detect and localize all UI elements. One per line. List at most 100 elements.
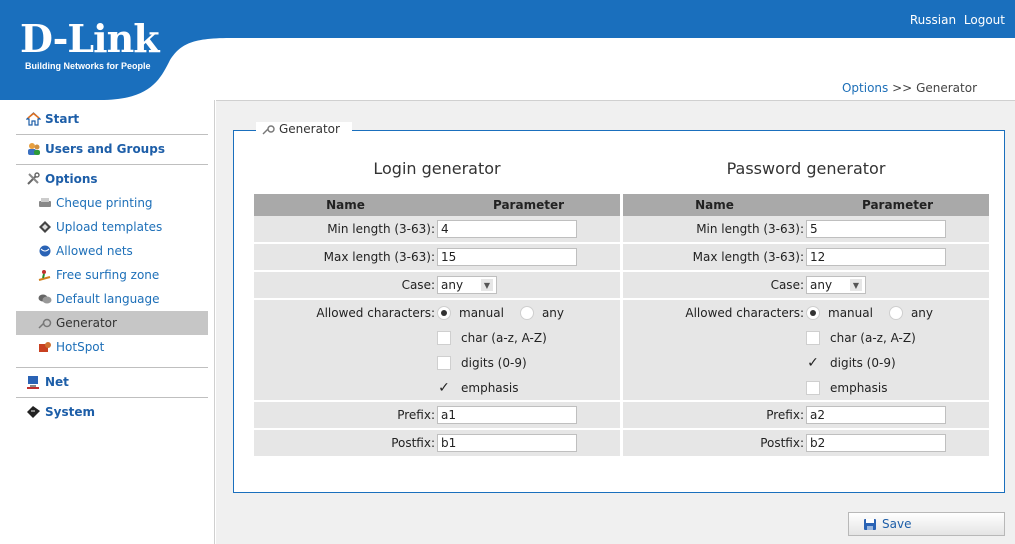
- sidebar-item-generator[interactable]: Generator: [16, 311, 208, 335]
- login-generator-title: Login generator: [373, 159, 501, 178]
- chevron-down-icon: ▼: [850, 279, 862, 291]
- table-row: Prefix:: [254, 402, 620, 430]
- logo-tagline: Building Networks for People: [25, 61, 151, 71]
- prefix-label: Prefix:: [254, 402, 437, 430]
- password-case-select[interactable]: any ▼: [806, 276, 866, 294]
- sidebar-divider: [214, 100, 215, 544]
- table-row: Allowed characters: manual any char (a-z…: [623, 300, 989, 402]
- login-mode-manual-radio[interactable]: [437, 305, 451, 320]
- template-icon: [39, 221, 51, 233]
- login-min-length-input[interactable]: [437, 220, 577, 238]
- panel-legend-label: Generator: [279, 122, 340, 136]
- password-digits-checkbox[interactable]: [806, 356, 820, 370]
- surfer-icon: [38, 270, 51, 281]
- language-icon: [38, 294, 52, 304]
- password-mode-any-radio[interactable]: [888, 305, 903, 320]
- breadcrumb-separator: >>: [892, 81, 913, 95]
- radio-label-manual: manual: [459, 305, 504, 320]
- login-mode-any-radio[interactable]: [519, 305, 534, 320]
- checkbox-label-emphasis: emphasis: [830, 380, 888, 395]
- hotspot-icon: [39, 342, 51, 352]
- prefix-label: Prefix:: [623, 402, 806, 430]
- password-chars-option: char (a-z, A-Z): [806, 325, 989, 350]
- table-row: Case: any ▼: [254, 272, 620, 300]
- login-postfix-input[interactable]: [437, 434, 577, 452]
- sidebar-label-users: Users and Groups: [45, 142, 165, 156]
- min-length-label: Min length (3-63):: [254, 216, 437, 244]
- column-header-parameter: Parameter: [806, 194, 989, 216]
- table-header-row: Name Parameter: [254, 194, 620, 216]
- password-max-length-input[interactable]: [806, 248, 946, 266]
- login-prefix-input[interactable]: [437, 406, 577, 424]
- case-label: Case:: [254, 272, 437, 300]
- logout-link[interactable]: Logout: [964, 13, 1005, 27]
- password-prefix-input[interactable]: [806, 406, 946, 424]
- login-digits-checkbox[interactable]: [437, 355, 451, 370]
- password-emphasis-checkbox[interactable]: [806, 380, 820, 395]
- sidebar-item-default-language[interactable]: Default language: [26, 287, 208, 311]
- password-mode-manual-radio[interactable]: [806, 305, 820, 320]
- generator-icon: [38, 318, 52, 329]
- checkbox-label-emphasis: emphasis: [461, 380, 519, 395]
- sidebar-item-allowed-nets[interactable]: Allowed nets: [26, 239, 208, 263]
- header: D-Link Building Networks for People Russ…: [0, 0, 1015, 100]
- table-row: Max length (3-63):: [623, 244, 989, 272]
- postfix-label: Postfix:: [254, 430, 437, 458]
- table-row: Min length (3-63):: [254, 216, 620, 244]
- checkbox-label-digits: digits (0-9): [830, 355, 896, 370]
- save-button[interactable]: Save: [848, 512, 1005, 536]
- allowed-characters-label: Allowed characters:: [623, 300, 806, 402]
- home-icon: [26, 112, 41, 126]
- password-postfix-input[interactable]: [806, 434, 946, 452]
- sidebar-section-users[interactable]: Users and Groups: [16, 135, 208, 165]
- sidebar-item-upload-templates[interactable]: Upload templates: [26, 215, 208, 239]
- login-emphasis-checkbox[interactable]: [437, 381, 451, 395]
- password-mode-radio-group: manual any: [806, 300, 989, 325]
- password-digits-option: digits (0-9): [806, 350, 989, 375]
- sidebar-item-hotspot[interactable]: HotSpot: [26, 335, 208, 359]
- min-length-label: Min length (3-63):: [623, 216, 806, 244]
- sidebar-section-system[interactable]: System: [16, 398, 208, 427]
- sidebar-options-header[interactable]: Options: [26, 172, 208, 186]
- login-case-value: any: [441, 278, 464, 292]
- breadcrumb: Options >> Generator: [842, 81, 977, 95]
- table-header-row: Name Parameter: [623, 194, 989, 216]
- sidebar-label-system: System: [45, 405, 95, 419]
- generator-panel: Generator Login generator Name Parameter…: [233, 122, 1005, 493]
- radio-label-any: any: [910, 305, 934, 320]
- network-icon: [27, 376, 39, 389]
- sidebar-item-cheque-printing[interactable]: Cheque printing: [26, 191, 208, 215]
- sidebar-item-label: Upload templates: [56, 220, 163, 234]
- password-chars-checkbox[interactable]: [806, 330, 820, 345]
- password-min-length-input[interactable]: [806, 220, 946, 238]
- login-chars-checkbox[interactable]: [437, 330, 451, 345]
- dlink-logo[interactable]: D-Link: [20, 20, 160, 58]
- sidebar-section-net[interactable]: Net: [16, 368, 208, 398]
- checkbox-label-chars: char (a-z, A-Z): [830, 330, 916, 345]
- language-russian-link[interactable]: Russian: [910, 13, 956, 27]
- table-row: Postfix:: [623, 430, 989, 458]
- case-label: Case:: [623, 272, 806, 300]
- table-row: Case: any ▼: [623, 272, 989, 300]
- top-nav: Russian Logout: [906, 13, 1005, 27]
- sidebar-item-label: Free surfing zone: [56, 268, 160, 282]
- login-max-length-input[interactable]: [437, 248, 577, 266]
- table-row: Prefix:: [623, 402, 989, 430]
- breadcrumb-options-link[interactable]: Options: [842, 81, 888, 95]
- table-row: Postfix:: [254, 430, 620, 458]
- users-icon: [28, 143, 40, 155]
- login-chars-option: char (a-z, A-Z): [437, 325, 620, 350]
- password-generator: Password generator Name Parameter Min le…: [623, 158, 989, 458]
- allowed-characters-label: Allowed characters:: [254, 300, 437, 402]
- table-row: Allowed characters: manual any char (a-z…: [254, 300, 620, 402]
- sidebar-item-label: Default language: [56, 292, 160, 306]
- login-case-select[interactable]: any ▼: [437, 276, 497, 294]
- generator-icon: [262, 124, 275, 134]
- radio-label-any: any: [541, 305, 565, 320]
- login-emphasis-option: emphasis: [437, 375, 620, 400]
- sidebar-section-start[interactable]: Start: [16, 105, 208, 135]
- sidebar-item-free-surfing-zone[interactable]: Free surfing zone: [26, 263, 208, 287]
- sidebar-label-start: Start: [45, 112, 80, 126]
- chevron-down-icon: ▼: [481, 279, 493, 291]
- login-generator-table: Name Parameter Min length (3-63): Max le…: [254, 194, 620, 458]
